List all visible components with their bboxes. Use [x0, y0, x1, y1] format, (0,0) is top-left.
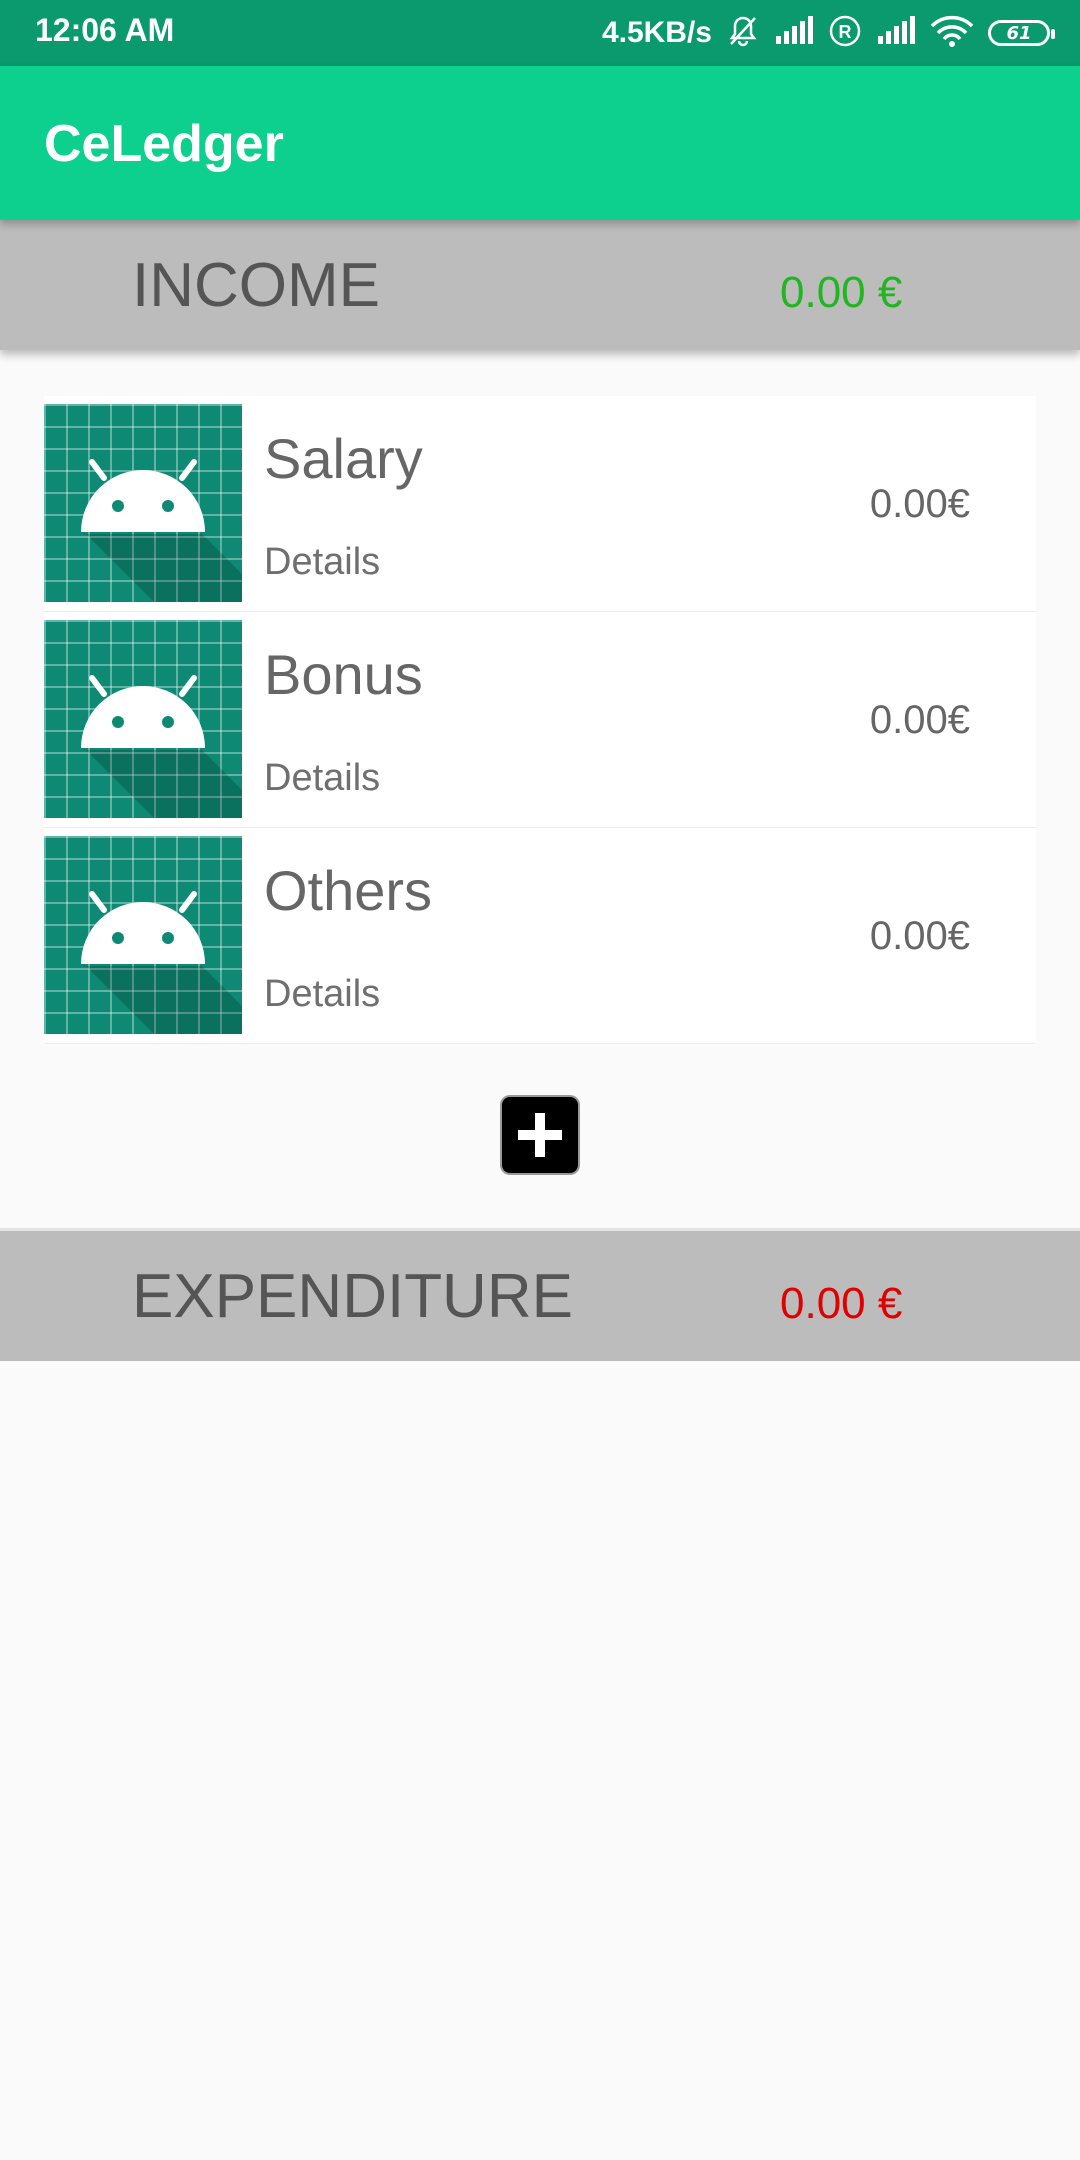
- income-total: 0.00 €: [780, 268, 903, 317]
- roaming-icon: R: [828, 14, 862, 52]
- expenditure-total: 0.00 €: [780, 1279, 903, 1328]
- add-income-button[interactable]: [502, 1097, 578, 1173]
- item-amount: 0.00€: [869, 914, 970, 958]
- app-bar: CeLedger: [0, 66, 1080, 220]
- signal-icon: [774, 16, 814, 50]
- status-time: 12:06 AM: [35, 12, 175, 48]
- item-amount: 0.00€: [869, 482, 970, 526]
- android-icon: [44, 836, 242, 1034]
- battery-icon: 61: [988, 20, 1055, 46]
- item-details: Details: [264, 757, 381, 799]
- list-item[interactable]: Salary Details 0.00€: [44, 396, 1036, 612]
- wifi-icon: [930, 14, 974, 52]
- status-icons: 4.5KB/s R 61: [601, 10, 1055, 56]
- signal-icon: [876, 16, 916, 50]
- network-speed: 4.5KB/s: [601, 16, 712, 49]
- income-title: INCOME: [132, 251, 380, 320]
- android-icon: [44, 404, 242, 602]
- item-amount: 0.00€: [869, 698, 970, 742]
- android-icon: [44, 620, 242, 818]
- status-bar: 12:06 AM 4.5KB/s R 61: [0, 0, 1080, 66]
- expenditure-title: EXPENDITURE: [132, 1262, 573, 1331]
- item-name: Others: [264, 859, 433, 922]
- item-details: Details: [264, 541, 381, 583]
- svg-text:R: R: [839, 22, 852, 42]
- expenditure-header[interactable]: EXPENDITURE 0.00 €: [0, 1228, 1080, 1361]
- mute-icon: [726, 14, 760, 52]
- income-list: Salary Details 0.00€ Bonus Details 0.00€: [44, 396, 1036, 1044]
- item-name: Bonus: [264, 643, 423, 706]
- list-item[interactable]: Others Details 0.00€: [44, 828, 1036, 1044]
- income-header[interactable]: INCOME 0.00 €: [0, 220, 1080, 350]
- list-item[interactable]: Bonus Details 0.00€: [44, 612, 1036, 828]
- item-details: Details: [264, 973, 381, 1015]
- app-title: CeLedger: [44, 115, 284, 173]
- item-name: Salary: [264, 427, 423, 490]
